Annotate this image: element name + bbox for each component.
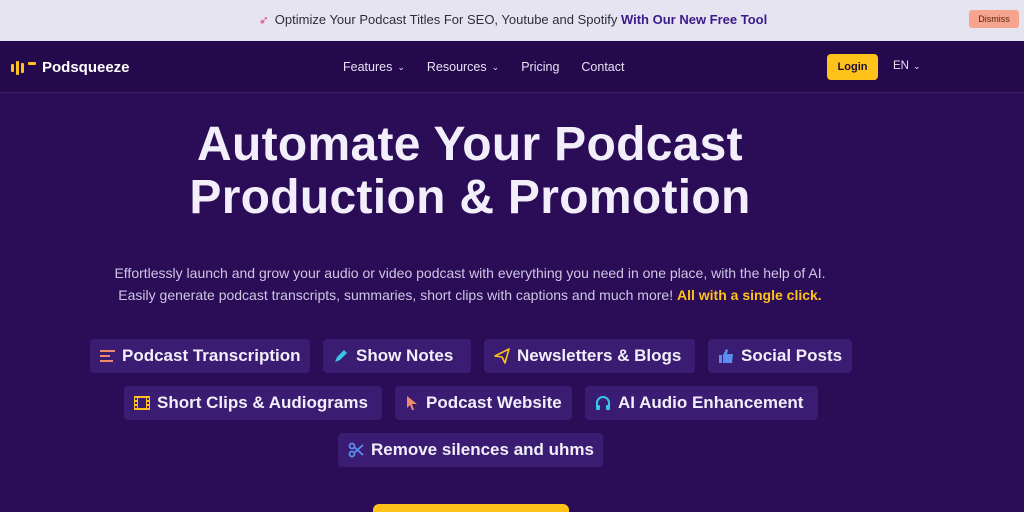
cursor-icon [405, 395, 419, 411]
brand-logo[interactable]: Podsqueeze [11, 59, 130, 76]
hero-subtitle-line-2: Easily generate podcast transcripts, sum… [118, 287, 674, 303]
hero-subtitle-line-1: Effortlessly launch and grow your audio … [114, 265, 826, 281]
hero-title: Automate Your Podcast Production & Promo… [0, 118, 940, 224]
feature-label: Remove silences and uhms [371, 440, 594, 459]
feature-chip-remove-silences[interactable]: Remove silences and uhms [338, 433, 603, 467]
feature-chip-social-posts[interactable]: Social Posts [708, 339, 852, 373]
dismiss-button[interactable]: Dismiss [969, 10, 1019, 28]
feature-label: Podcast Transcription [122, 346, 301, 365]
language-selector[interactable]: EN ⌄ [893, 60, 921, 72]
chevron-down-icon: ⌄ [912, 60, 921, 71]
feature-chip-newsletters[interactable]: Newsletters & Blogs [484, 339, 695, 373]
chevron-down-icon: ⌄ [397, 61, 405, 72]
hero-title-line-1: Automate Your Podcast [197, 118, 743, 171]
scissors-icon [348, 442, 364, 458]
nav-pricing[interactable]: Pricing [521, 60, 559, 74]
nav-links: Features ⌄ Resources ⌄ Pricing Contact [343, 60, 625, 74]
login-button[interactable]: Login [827, 54, 878, 80]
feature-label: Podcast Website [426, 393, 562, 412]
nav-contact[interactable]: Contact [581, 60, 624, 74]
feature-label: Short Clips & Audiograms [157, 393, 368, 412]
feature-chip-audio-enhancement[interactable]: AI Audio Enhancement [585, 386, 818, 420]
rocket-icon: ➶ [258, 13, 269, 27]
nav-features-label: Features [343, 60, 393, 74]
feature-label: Show Notes [356, 346, 454, 365]
feature-label: Social Posts [741, 346, 843, 365]
paper-plane-icon [494, 348, 510, 364]
pen-icon [333, 348, 349, 364]
feature-chip-short-clips[interactable]: Short Clips & Audiograms [124, 386, 382, 420]
feature-chip-transcription[interactable]: Podcast Transcription [90, 339, 310, 373]
feature-chip-show-notes[interactable]: Show Notes [323, 339, 471, 373]
nav-features[interactable]: Features ⌄ [343, 60, 405, 74]
feature-chip-website[interactable]: Podcast Website [395, 386, 572, 420]
list-icon [100, 348, 115, 364]
chevron-down-icon: ⌄ [491, 61, 500, 72]
feature-label: Newsletters & Blogs [517, 346, 682, 365]
nav-contact-label: Contact [581, 60, 625, 74]
headphones-icon [595, 395, 611, 411]
hero-subtitle: Effortlessly launch and grow your audio … [0, 262, 940, 306]
logo-icon [11, 60, 36, 76]
feature-label: AI Audio Enhancement [618, 393, 804, 412]
announcement-text: ➶ Optimize Your Podcast Titles For SEO, Y… [0, 12, 1024, 27]
hero-highlight: All with a single click. [676, 287, 822, 303]
cta-button[interactable] [373, 504, 569, 512]
nav-resources-label: Resources [426, 60, 487, 74]
free-tool-link[interactable]: With Our New Free Tool [621, 12, 767, 27]
announcement-bar: ➶ Optimize Your Podcast Titles For SEO, Y… [0, 0, 1024, 41]
film-icon [134, 395, 150, 411]
thumbs-up-icon [718, 348, 734, 364]
hero-title-line-2: Production & Promotion [189, 171, 751, 224]
language-label: EN [893, 60, 909, 72]
brand-name: Podsqueeze [42, 59, 130, 76]
nav-pricing-label: Pricing [521, 60, 560, 74]
announcement-message: Optimize Your Podcast Titles For SEO, Yo… [274, 12, 618, 27]
top-navbar: Podsqueeze Features ⌄ Resources ⌄ Pricin… [0, 41, 1024, 93]
nav-resources[interactable]: Resources ⌄ [427, 60, 499, 74]
